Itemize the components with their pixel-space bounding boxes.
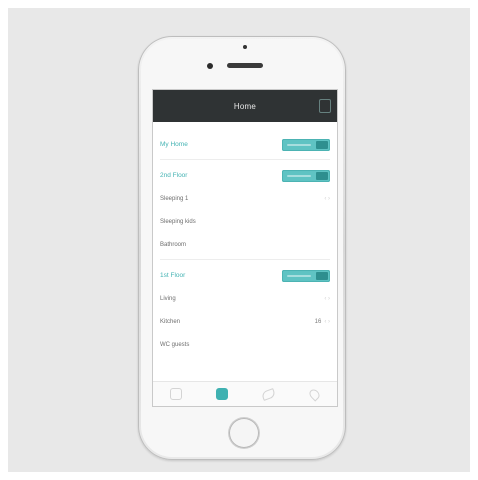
phone-frame: Home My Home 2nd Floor Sleeping 1 ‹ › Sl… [138, 36, 346, 460]
toggle-track [287, 143, 311, 146]
room-row[interactable]: Living ‹ › [160, 287, 330, 310]
toggle-track [287, 274, 311, 277]
room-label: WC guests [160, 341, 190, 348]
room-value: 16 ‹ › [315, 319, 330, 325]
room-temperature: 16 [314, 318, 322, 325]
drop-tab-icon [306, 386, 322, 402]
header-action-icon[interactable] [319, 99, 331, 113]
section-label: 2nd Floor [160, 172, 188, 179]
front-camera [243, 45, 247, 49]
section-row-my-home[interactable]: My Home [160, 133, 330, 156]
room-label: Bathroom [160, 241, 187, 248]
tab-bar [153, 381, 337, 406]
proximity-sensor [207, 63, 213, 69]
divider [160, 159, 330, 160]
tab-leaf[interactable] [260, 387, 276, 401]
app-title: Home [233, 101, 257, 111]
chevron-icon: ‹ › [324, 318, 330, 325]
rooms-tab-icon [216, 388, 228, 400]
earpiece-speaker [227, 63, 263, 68]
toggle-knob [316, 271, 328, 280]
leaf-tab-icon [260, 387, 276, 401]
room-label: Living [160, 295, 176, 302]
room-row[interactable]: Sleeping 1 ‹ › [160, 187, 330, 210]
toggle-track [287, 174, 311, 177]
tab-home[interactable] [169, 387, 183, 401]
room-label: Sleeping 1 [160, 195, 189, 202]
section-row-2nd-floor[interactable]: 2nd Floor [160, 164, 330, 187]
app-header: Home [153, 90, 337, 122]
section-toggle[interactable] [282, 269, 330, 282]
room-label: Kitchen [160, 318, 181, 325]
chevron-icon: ‹ › [324, 195, 330, 202]
toggle-knob [316, 140, 328, 149]
home-tab-icon [170, 388, 182, 400]
toggle-knob [316, 171, 328, 180]
app-screen: Home My Home 2nd Floor Sleeping 1 ‹ › Sl… [153, 90, 337, 406]
room-label: Sleeping kids [160, 218, 196, 225]
tab-rooms[interactable] [215, 387, 229, 401]
tab-drop[interactable] [306, 386, 322, 402]
rooms-list: My Home 2nd Floor Sleeping 1 ‹ › Sleepin… [153, 133, 337, 356]
section-toggle[interactable] [282, 169, 330, 182]
room-row[interactable]: Kitchen 16 ‹ › [160, 310, 330, 333]
room-row[interactable]: Sleeping kids [160, 210, 330, 233]
room-value: ‹ › [324, 196, 330, 202]
section-label: My Home [160, 141, 188, 148]
room-row[interactable]: WC guests [160, 333, 330, 356]
home-button[interactable] [229, 418, 259, 448]
room-value: ‹ › [324, 296, 330, 302]
phone-bezel: Home My Home 2nd Floor Sleeping 1 ‹ › Sl… [141, 39, 343, 457]
room-row[interactable]: Bathroom [160, 233, 330, 256]
divider [160, 259, 330, 260]
chevron-icon: ‹ › [324, 295, 330, 302]
section-toggle[interactable] [282, 138, 330, 151]
section-label: 1st Floor [160, 272, 186, 279]
section-row-1st-floor[interactable]: 1st Floor [160, 264, 330, 287]
